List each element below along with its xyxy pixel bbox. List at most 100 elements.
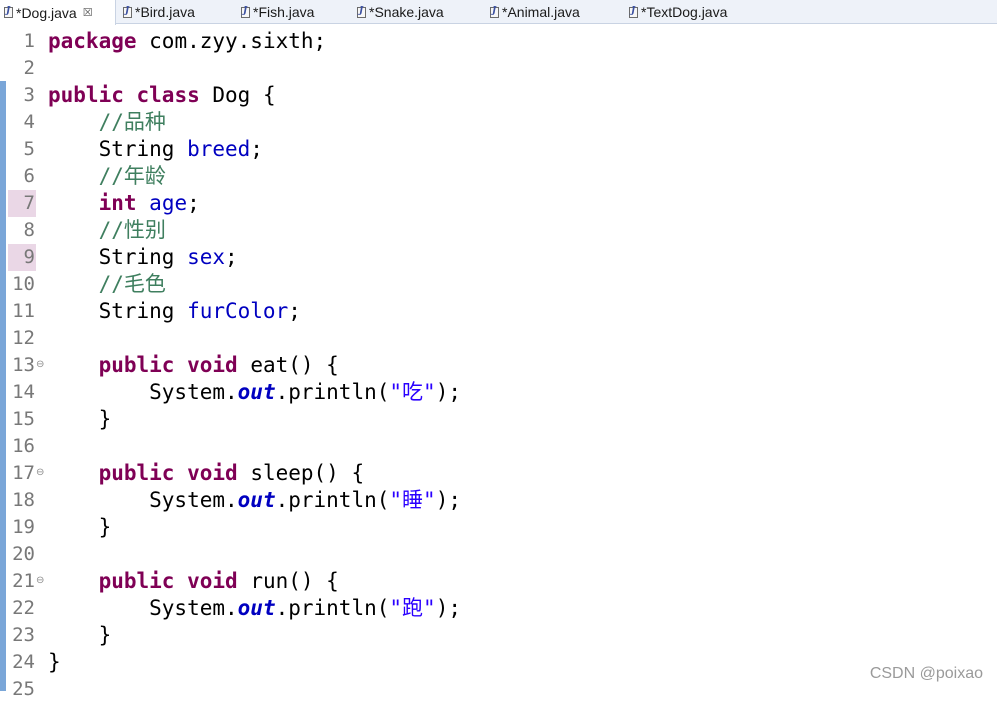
line-number: 16 [12,435,35,457]
line-number: 7 [8,190,36,217]
line-number: 25 [12,678,35,700]
code-line[interactable]: 24} [0,649,997,676]
code-line[interactable]: 10 //毛色 [0,271,997,298]
java-file-icon [490,6,499,18]
line-number: 24 [12,651,35,673]
code-token: ; [187,191,200,215]
code-line[interactable]: 6 //年龄 [0,163,997,190]
code-token: breed [187,137,251,161]
code-line[interactable]: 12 [0,325,997,352]
code-line[interactable]: 14 System.out.println("吃"); [0,379,997,406]
code-text: int age; [48,190,200,217]
code-text: String sex; [48,244,238,271]
code-text: } [48,406,112,433]
tab-label: *Animal.java [502,4,580,20]
tab-snake-java[interactable]: *Snake.java [353,0,479,24]
code-token: out [237,380,276,404]
line-number: 5 [23,138,35,160]
code-line[interactable]: 18 System.out.println("睡"); [0,487,997,514]
code-token: public [48,83,124,107]
code-line[interactable]: 7 int age; [0,190,997,217]
code-text: } [48,649,61,676]
code-token: //品种 [98,110,166,134]
code-token: } [48,650,61,674]
code-line[interactable]: 19 } [0,514,997,541]
code-line[interactable]: 23 } [0,622,997,649]
tab-bird-java[interactable]: *Bird.java [119,0,231,24]
code-token: System. [48,380,238,404]
code-line[interactable]: 4 //品种 [0,109,997,136]
code-line[interactable]: 17 ⊖ public void sleep() { [0,460,997,487]
tab-label: *Fish.java [253,4,315,20]
editor-tab-bar: *Dog.java ☒ *Bird.java *Fish.java *Snake… [0,0,997,25]
code-token: ); [435,596,461,620]
code-text: //品种 [48,109,166,136]
code-text: } [48,514,112,541]
collapse-icon[interactable]: ⊖ [36,467,44,478]
code-line[interactable]: 16 [0,433,997,460]
code-text: System.out.println("跑"); [48,595,461,622]
java-file-icon [4,6,13,18]
code-text: System.out.println("睡"); [48,487,461,514]
code-token: System. [48,488,238,512]
code-line[interactable]: 2 [0,55,997,82]
code-line[interactable]: 1 package com.zyy.sixth; [0,28,997,55]
line-number: 18 [12,489,35,511]
code-line[interactable]: 9 String sex; [0,244,997,271]
code-line[interactable]: 3 public class Dog { [0,82,997,109]
line-number: 15 [12,408,35,430]
code-token: void [187,461,238,485]
code-token: out [237,596,276,620]
code-token: com.zyy.sixth; [136,29,327,53]
code-line[interactable]: 13 ⊖ public void eat() { [0,352,997,379]
close-icon[interactable]: ☒ [83,6,93,19]
code-line[interactable]: 20 [0,541,997,568]
tab-label: *Bird.java [135,4,195,20]
tab-animal-java[interactable]: *Animal.java [486,0,618,24]
code-token: } [48,407,112,431]
code-token: .println( [275,488,390,512]
tab-dog-java[interactable]: *Dog.java ☒ [0,0,116,25]
code-text: System.out.println("吃"); [48,379,461,406]
collapse-icon[interactable]: ⊖ [36,359,44,370]
code-line[interactable]: 22 System.out.println("跑"); [0,595,997,622]
code-line[interactable]: 8 //性别 [0,217,997,244]
tab-fish-java[interactable]: *Fish.java [237,0,347,24]
code-token: int [98,191,137,215]
code-token: ); [435,488,461,512]
code-line[interactable]: 15 } [0,406,997,433]
code-line[interactable]: 21 ⊖ public void run() { [0,568,997,595]
code-text: public void run() { [48,568,339,595]
code-token: public [98,569,175,593]
code-line[interactable]: 5 String breed; [0,136,997,163]
code-token: String [48,137,188,161]
code-text: } [48,622,112,649]
code-line[interactable]: 11 String furColor; [0,298,997,325]
code-text: package com.zyy.sixth; [48,28,326,55]
code-line[interactable]: 25 [0,676,997,703]
code-token: //性别 [98,218,166,242]
code-token: class [136,83,200,107]
tab-label: *TextDog.java [641,4,728,20]
line-number: 2 [23,57,35,79]
code-token: eat() { [237,353,339,377]
code-token: .println( [275,380,390,404]
line-number: 11 [12,300,35,322]
collapse-icon[interactable]: ⊖ [36,575,44,586]
code-token: Dog { [199,83,276,107]
tab-textdog-java[interactable]: *TextDog.java [625,0,765,24]
line-number: 20 [12,543,35,565]
line-number: 6 [23,165,35,187]
code-token: System. [48,596,238,620]
code-token: } [48,515,112,539]
code-editor[interactable]: 1 package com.zyy.sixth; 2 3 public class Do… [0,25,997,700]
code-token: run() { [237,569,339,593]
code-token: String [48,299,188,323]
